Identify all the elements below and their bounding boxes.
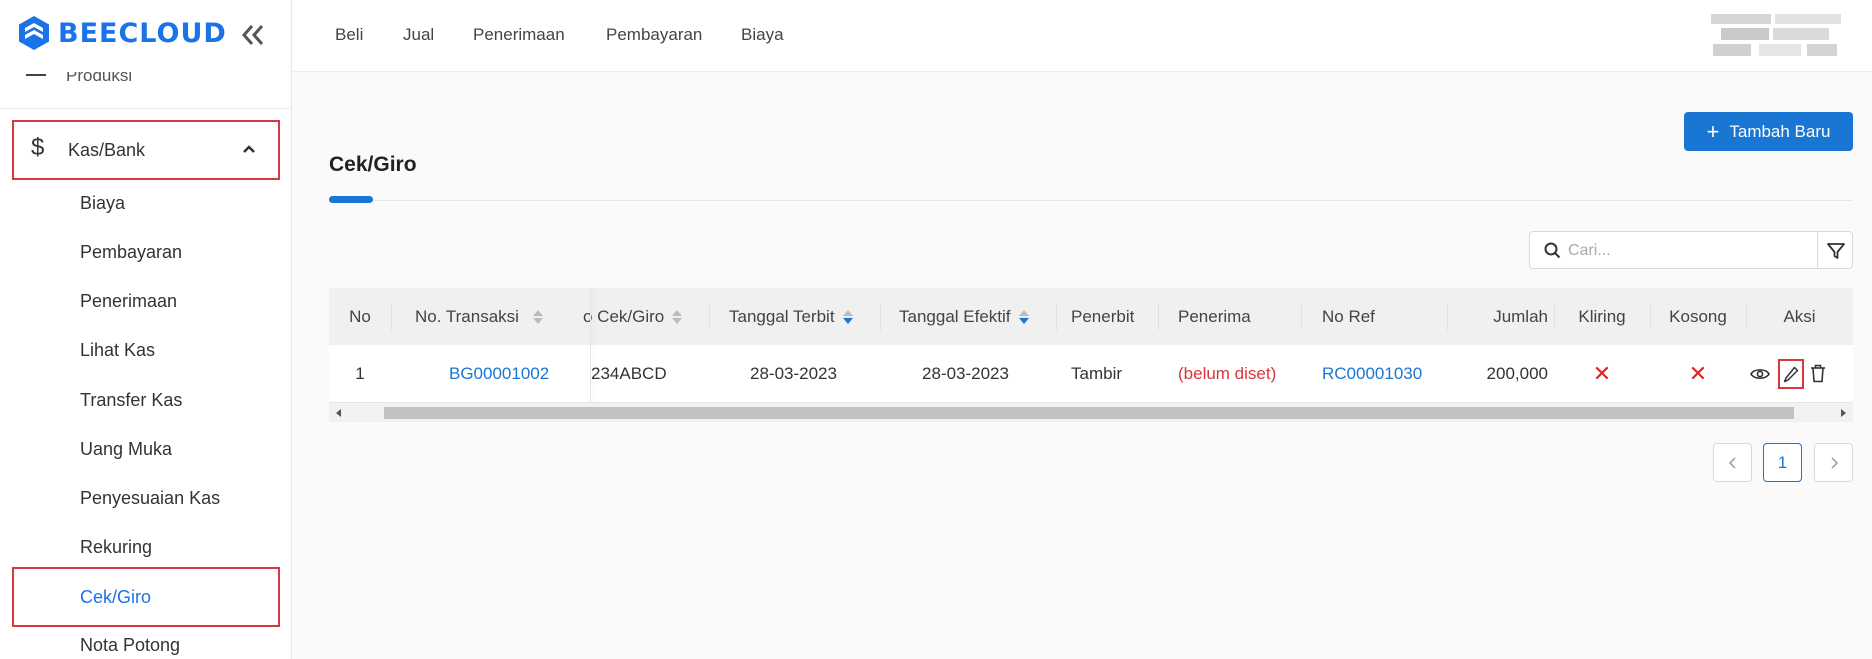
pagination-prev-button[interactable]	[1713, 443, 1752, 482]
sort-desc-icon[interactable]	[1018, 309, 1029, 325]
user-menu-blurred[interactable]	[1711, 14, 1841, 58]
add-new-button[interactable]: + Tambah Baru	[1684, 112, 1853, 151]
transaction-link[interactable]: BG00001002	[449, 345, 549, 402]
delete-trash-icon[interactable]	[1810, 364, 1826, 383]
beecloud-logo-icon	[19, 16, 49, 50]
top-navigation: Beli Jual Penerimaan Pembayaran Biaya	[293, 0, 1872, 72]
column-header-no-cek-giro[interactable]: o Cek/Giro	[583, 288, 683, 345]
sidebar-divider	[0, 108, 291, 109]
collapse-sidebar-button[interactable]	[238, 20, 268, 50]
sort-desc-icon[interactable]	[842, 309, 853, 325]
tab-divider	[329, 200, 1853, 201]
column-header-label: o Cek/Giro	[583, 306, 665, 326]
scroll-left-arrow-icon[interactable]	[336, 409, 341, 417]
search-input[interactable]	[1568, 238, 1808, 264]
brand-name: BEECLOUD	[58, 17, 227, 49]
sidebar-item-pembayaran[interactable]: Pembayaran	[80, 242, 182, 263]
filter-button[interactable]	[1817, 231, 1853, 269]
double-chevron-left-icon	[241, 25, 264, 45]
sidebar-item-uang-muka[interactable]: Uang Muka	[80, 439, 172, 460]
cell-penerima: (belum diset)	[1178, 363, 1277, 383]
logo[interactable]: BEECLOUD	[18, 15, 227, 51]
column-header-tanggal-terbit[interactable]: Tanggal Terbit	[729, 288, 853, 345]
column-header-aksi: Aksi	[1783, 306, 1816, 326]
fixed-column-shadow	[590, 288, 591, 403]
menu-icon	[26, 74, 46, 76]
column-header-no-ref: No Ref	[1322, 306, 1375, 326]
edit-button[interactable]	[1778, 359, 1804, 389]
page-title: Cek/Giro	[329, 153, 417, 176]
cell-tanggal-efektif: 28-03-2023	[922, 363, 1009, 383]
sidebar-item-penyesuaian-kas[interactable]: Penyesuaian Kas	[80, 488, 220, 509]
table-row: 1 BG00001002 234ABCD 28-03-2023 28-03-20…	[329, 345, 1853, 403]
column-separator	[1301, 304, 1302, 330]
nav-penerimaan[interactable]: Penerimaan	[473, 25, 565, 45]
pencil-icon	[1783, 366, 1799, 383]
sidebar-item-kas-bank[interactable]: $ Kas/Bank	[12, 120, 280, 180]
scroll-right-arrow-icon[interactable]	[1841, 409, 1846, 417]
sidebar-item-transfer-kas[interactable]: Transfer Kas	[80, 390, 182, 411]
column-separator	[880, 304, 881, 330]
reference-link[interactable]: RC00001030	[1322, 345, 1422, 402]
sort-icon[interactable]	[532, 309, 543, 325]
sidebar-item-biaya[interactable]: Biaya	[80, 193, 125, 214]
kliring-false-icon: ✕	[1592, 360, 1612, 386]
column-separator	[1447, 304, 1448, 330]
sidebar-item-lihat-kas[interactable]: Lihat Kas	[80, 340, 155, 361]
chevron-up-icon	[243, 145, 255, 153]
column-header-kliring: Kliring	[1578, 306, 1626, 326]
column-header-kosong: Kosong	[1669, 306, 1727, 326]
pagination-page-1[interactable]: 1	[1763, 443, 1802, 482]
cell-penerbit: Tambir	[1071, 363, 1123, 383]
cell-no: 1	[355, 363, 365, 383]
cell-jumlah: 200,000	[1486, 363, 1548, 383]
horizontal-scrollbar[interactable]	[329, 402, 1853, 422]
chevron-left-icon	[1728, 456, 1736, 469]
column-header-penerima: Penerima	[1178, 306, 1251, 326]
column-header-label: No. Transaksi	[415, 306, 519, 326]
view-eye-icon[interactable]	[1750, 366, 1770, 382]
dollar-icon: $	[31, 134, 45, 161]
column-header-no-transaksi[interactable]: No. Transaksi	[415, 288, 543, 345]
sort-icon[interactable]	[672, 309, 683, 325]
search-field[interactable]	[1529, 231, 1818, 269]
cell-no-cek-giro: 234ABCD	[591, 363, 667, 383]
column-separator	[1158, 304, 1159, 330]
search-icon	[1544, 242, 1561, 259]
sidebar-item-label: Cek/Giro	[80, 587, 152, 607]
sidebar-item-nota-potong[interactable]: Nota Potong	[80, 635, 180, 656]
pagination-next-button[interactable]	[1814, 443, 1853, 482]
column-separator	[391, 304, 392, 330]
column-separator	[1056, 304, 1057, 330]
sidebar-item-cek-giro[interactable]: Cek/Giro	[12, 567, 280, 627]
plus-icon: +	[1706, 118, 1720, 144]
column-header-tanggal-efektif[interactable]: Tanggal Efektif	[899, 288, 1029, 345]
filter-icon	[1827, 243, 1845, 259]
scrollbar-thumb[interactable]	[384, 407, 1794, 419]
sidebar-item-penerimaan[interactable]: Penerimaan	[80, 291, 177, 312]
chevron-right-icon	[1830, 456, 1838, 469]
column-header-penerbit: Penerbit	[1071, 306, 1135, 326]
tab-cek-giro-indicator[interactable]	[329, 196, 373, 203]
column-header-label: Tanggal Terbit	[729, 306, 835, 326]
add-new-label: Tambah Baru	[1729, 121, 1831, 141]
kosong-false-icon: ✕	[1688, 360, 1708, 386]
sidebar: Produksi BEECLOUD $ Kas/Bank Biaya Pemba…	[0, 0, 292, 659]
column-separator	[709, 304, 710, 330]
nav-pembayaran[interactable]: Pembayaran	[606, 25, 702, 45]
cek-giro-table: No No. Transaksi o Cek/Giro Tanggal Terb…	[329, 288, 1853, 422]
column-header-no: No	[349, 306, 371, 326]
nav-jual[interactable]: Jual	[403, 25, 434, 45]
column-header-label: Tanggal Efektif	[899, 306, 1011, 326]
cell-tanggal-terbit: 28-03-2023	[750, 363, 837, 383]
sidebar-item-label: Kas/Bank	[68, 140, 146, 160]
logo-bar: BEECLOUD	[0, 0, 291, 72]
sidebar-item-rekuring[interactable]: Rekuring	[80, 537, 152, 558]
table-header: No No. Transaksi o Cek/Giro Tanggal Terb…	[329, 288, 1853, 345]
column-header-jumlah: Jumlah	[1493, 306, 1548, 326]
nav-beli[interactable]: Beli	[335, 25, 363, 45]
nav-biaya[interactable]: Biaya	[741, 25, 784, 45]
